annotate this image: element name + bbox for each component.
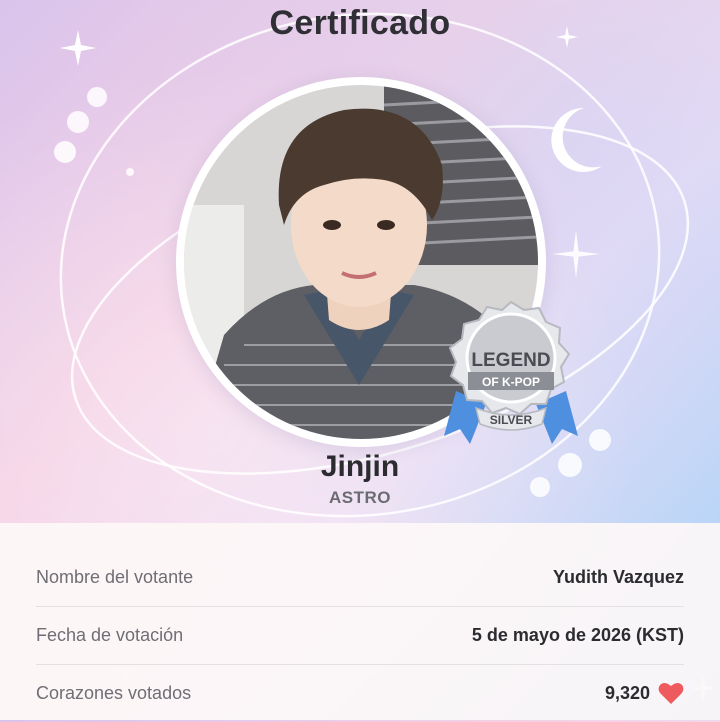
artist-group: ASTRO xyxy=(329,488,391,507)
orbit-bubble xyxy=(54,141,76,163)
detail-row-hearts: Corazones votados 9,320 xyxy=(36,664,684,722)
heart-icon xyxy=(658,682,684,704)
orbit-bubble xyxy=(67,111,89,133)
badge-tier: SILVER xyxy=(490,413,533,427)
hearts-value-wrap: 9,320 xyxy=(605,681,684,705)
sparkle-icon xyxy=(552,230,600,278)
orbit-bubble xyxy=(87,87,107,107)
crescent-moon-icon xyxy=(551,107,602,172)
date-value: 5 de mayo de 2026 (KST) xyxy=(471,624,684,645)
badge-line1: LEGEND xyxy=(471,350,550,371)
badge-line2: OF K-POP xyxy=(482,375,540,389)
artist-name: Jinjin xyxy=(320,450,400,483)
voter-value: Yudith Vazquez xyxy=(552,566,684,587)
orbit-dot xyxy=(126,168,134,176)
orbit-bubble xyxy=(589,429,611,451)
hearts-value: 9,320 xyxy=(604,682,650,703)
legend-silver-badge: LEGEND OF K-POP SILVER xyxy=(444,300,578,444)
hearts-label: Corazones votados xyxy=(36,682,192,703)
detail-row-date: Fecha de votación 5 de mayo de 2026 (KST… xyxy=(36,606,684,665)
detail-row-voter: Nombre del votante Yudith Vazquez xyxy=(36,548,684,607)
date-label: Fecha de votación xyxy=(36,624,184,645)
voter-label: Nombre del votante xyxy=(36,566,194,587)
page-title: Certificado xyxy=(269,4,451,42)
